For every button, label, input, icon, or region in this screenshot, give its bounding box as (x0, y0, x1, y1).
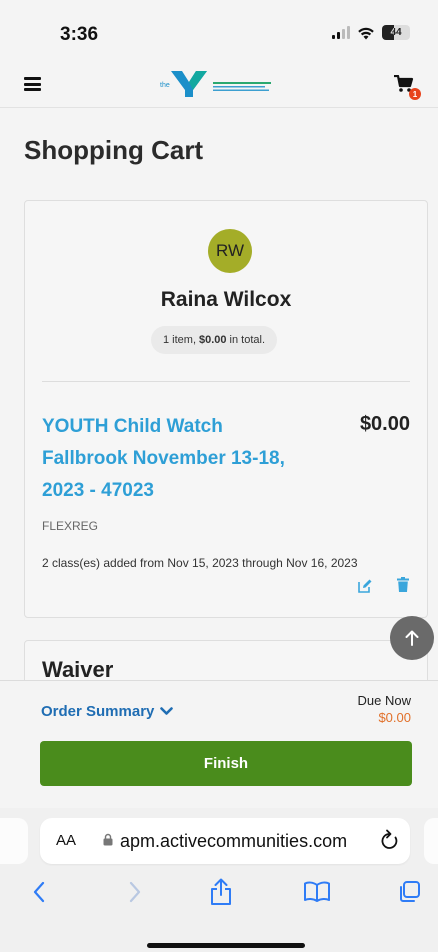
scroll-to-top-button[interactable] (390, 616, 434, 660)
previous-tab-peek[interactable] (0, 818, 28, 864)
summary-amount: $0.00 (199, 334, 227, 346)
address-bar[interactable]: AA apm.activecommunities.com (40, 818, 410, 864)
finish-button[interactable]: Finish (40, 741, 412, 786)
chevron-down-icon (160, 707, 174, 715)
battery-level: 44 (390, 27, 402, 38)
forward-button[interactable] (119, 874, 151, 910)
lock-icon (103, 833, 113, 846)
tabs-button[interactable] (393, 874, 425, 910)
share-icon (211, 878, 231, 905)
signal-icon (332, 26, 350, 39)
book-icon (304, 881, 330, 902)
app-header: the 1 (0, 62, 438, 108)
share-button[interactable] (205, 874, 237, 910)
text-size-button[interactable]: AA (56, 832, 76, 849)
wifi-icon (358, 27, 374, 39)
arrow-up-icon (405, 630, 419, 646)
item-summary-pill: 1 item, $0.00 in total. (151, 326, 278, 354)
browser-toolbar (0, 874, 438, 914)
order-summary-bar: Order Summary Due Now $0.00 Finish (0, 680, 438, 808)
bookmarks-button[interactable] (301, 874, 333, 910)
avatar: RW (208, 229, 252, 273)
status-bar: 3:36 44 (0, 0, 438, 62)
order-summary-toggle[interactable]: Order Summary (41, 703, 174, 720)
next-tab-peek[interactable] (424, 818, 438, 864)
course-code: FLEXREG (42, 519, 99, 533)
url-text[interactable]: apm.activecommunities.com (120, 831, 347, 852)
trash-icon[interactable] (397, 577, 409, 592)
browser-chrome: AA apm.activecommunities.com (0, 808, 438, 952)
status-icons: 44 (332, 25, 410, 40)
summary-suffix: in total. (229, 334, 266, 346)
summary-prefix: 1 item, (163, 334, 197, 346)
participant-name: Raina Wilcox (160, 288, 292, 311)
menu-icon[interactable] (24, 77, 41, 91)
course-price: $0.00 (359, 413, 410, 435)
course-title-link[interactable]: YOUTH Child Watch Fallbrook November 13-… (42, 411, 312, 507)
battery-icon: 44 (382, 25, 410, 40)
edit-icon[interactable] (358, 579, 372, 593)
due-now-label: Due Now (357, 693, 411, 708)
cart-button[interactable]: 1 (394, 74, 421, 100)
chevron-right-icon (129, 881, 141, 903)
course-dates: 2 class(es) added from Nov 15, 2023 thro… (42, 556, 358, 570)
chevron-left-icon (33, 881, 45, 903)
cart-participant-card: RW Raina Wilcox 1 item, $0.00 in total. … (24, 200, 428, 618)
home-indicator (147, 943, 305, 948)
svg-text:the: the (160, 82, 170, 89)
reload-icon[interactable] (380, 829, 400, 851)
tabs-icon (400, 881, 420, 902)
due-now-amount: $0.00 (378, 710, 411, 725)
ymca-logo: the (160, 71, 271, 97)
divider (42, 381, 410, 382)
status-time: 3:36 (60, 24, 99, 45)
back-button[interactable] (23, 874, 55, 910)
cart-count-badge: 1 (409, 88, 421, 100)
page-title: Shopping Cart (24, 135, 204, 165)
order-summary-label: Order Summary (41, 703, 155, 720)
